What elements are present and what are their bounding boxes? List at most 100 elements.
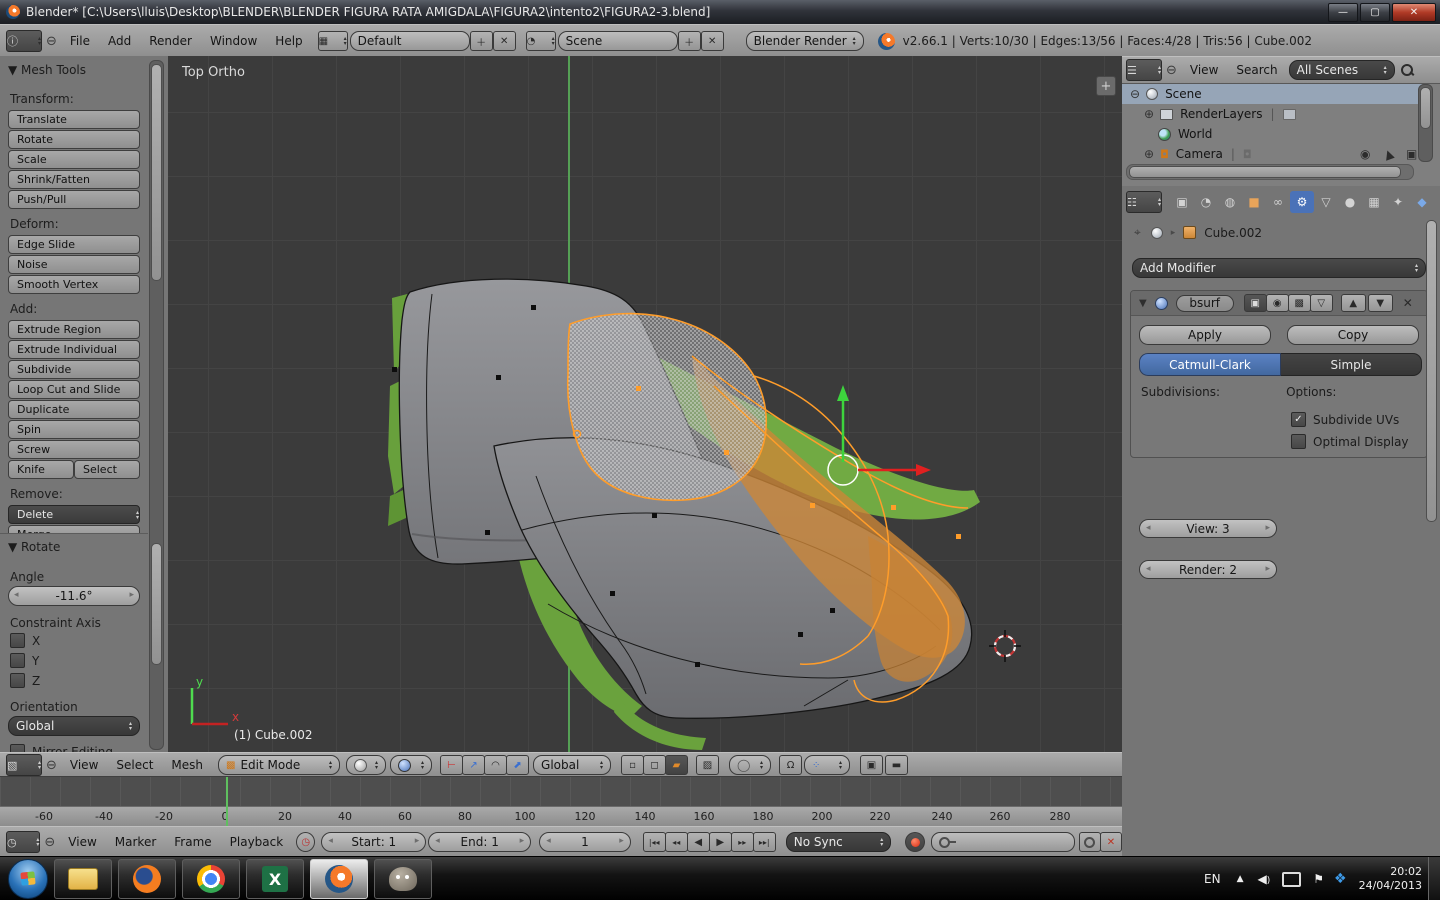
select-button[interactable]: Select [74,460,140,479]
modifier-cage-toggle[interactable]: ▽ [1310,294,1333,312]
pivot-point-select[interactable]: ▴▾ [390,755,432,775]
subdivide-uvs-checkbox[interactable]: ✓ Subdivide UVs [1291,412,1399,427]
properties-scrollbar[interactable] [1425,220,1437,820]
constraint-y-checkbox[interactable]: Y [10,653,39,668]
taskbar-chrome-button[interactable] [182,859,240,899]
taskbar-blender-button[interactable] [310,859,368,899]
tool-shelf-scrollbar[interactable] [149,60,164,750]
tab-physics[interactable]: ◆ [1410,191,1434,213]
search-icon[interactable] [1401,64,1413,76]
open-properties-region-button[interactable]: + [1096,76,1116,96]
renderability-camera-icon[interactable]: ▣ [1406,147,1417,161]
menu-render[interactable]: Render [140,29,201,53]
transform-orientation-select[interactable]: Global ▴▾ [533,755,611,775]
taskbar-explorer-button[interactable] [54,859,112,899]
frame-end-field[interactable]: ◂End: 1▸ [428,832,531,852]
next-keyframe-button[interactable]: ▸▸ [731,832,754,852]
scrollbar-thumb[interactable] [151,543,162,665]
move-modifier-up-button[interactable]: ▲ [1341,294,1366,312]
panel-expand-icon[interactable]: ▼ [1139,298,1147,309]
viewport-shading-select[interactable]: ▴▾ [346,755,386,775]
orientation-select[interactable]: Global ▴▾ [8,716,140,736]
clock[interactable]: 20:02 24/04/2013 [1359,865,1422,893]
limit-selection-visible-button[interactable]: ▨ [696,755,719,775]
snap-toggle-button[interactable]: Ω [779,755,802,775]
scrollbar-thumb[interactable] [1129,166,1401,178]
timeline-track[interactable] [0,776,1122,807]
opengl-render-anim-button[interactable]: ▬ [885,755,908,775]
scrollbar-thumb[interactable] [1426,220,1437,522]
collapse-menus-icon[interactable]: ⊖ [46,758,57,773]
move-modifier-down-button[interactable]: ▼ [1368,294,1393,312]
extrude-individual-button[interactable]: Extrude Individual [8,340,140,359]
dropbox-icon[interactable]: ❖ [1334,871,1347,887]
outliner-item-world[interactable]: World [1122,124,1422,144]
rotate-button[interactable]: Rotate [8,130,140,149]
vertex-select-mode-button[interactable]: ▫ [621,755,644,775]
collapse-menus-icon[interactable]: ⊖ [1166,63,1177,78]
frame-start-field[interactable]: ◂Start: 1▸ [321,832,426,852]
tab-constraints[interactable]: ∞ [1266,191,1290,213]
constraint-z-checkbox[interactable]: Z [10,673,40,688]
modifier-render-toggle[interactable]: ▣ [1244,294,1267,312]
subsurf-type-catmull-clark-button[interactable]: Catmull-Clark [1139,353,1281,376]
copy-button[interactable]: Copy [1287,325,1419,345]
taskbar-excel-button[interactable]: X [246,859,304,899]
proportional-edit-select[interactable]: ◯▴▾ [729,755,771,775]
modifier-view-toggle[interactable]: ◉ [1266,294,1289,312]
shrink-fatten-button[interactable]: Shrink/Fatten [8,170,140,189]
menu-tl-frame[interactable]: Frame [165,830,220,854]
delete-keyframe-button[interactable]: ✕ [1100,832,1122,852]
duplicate-button[interactable]: Duplicate [8,400,140,419]
outliner-item-scene[interactable]: ⊖ Scene [1122,84,1422,104]
3d-viewport[interactable]: y x Top Ortho (1) Cube.002 + [168,56,1122,752]
delete-modifier-icon[interactable]: ✕ [1403,296,1413,310]
screw-button[interactable]: Screw [8,440,140,459]
expand-icon[interactable]: ⊕ [1144,107,1154,121]
screen-layout-delete-button[interactable]: ✕ [493,31,516,51]
tab-material[interactable]: ● [1338,191,1362,213]
rotate-panel-header[interactable]: ▼ Rotate [8,540,60,554]
render-engine-select[interactable]: Blender Render ▴▾ [746,31,864,51]
tab-particles[interactable]: ✦ [1386,191,1410,213]
insert-keyframe-button[interactable] [1079,832,1101,852]
noise-button[interactable]: Noise [8,255,140,274]
outliner-item-renderlayers[interactable]: ⊕ RenderLayers | [1122,104,1422,124]
taskbar-firefox-button[interactable] [118,859,176,899]
menu-tl-playback[interactable]: Playback [221,830,293,854]
menu-file[interactable]: File [61,29,99,53]
screen-layout-icon-button[interactable]: ▦▴▾ [318,31,348,51]
menu-view[interactable]: View [61,753,107,777]
modifier-editmode-toggle[interactable]: ▩ [1288,294,1311,312]
collapse-menus-icon[interactable]: ⊖ [46,34,57,49]
outliner-hscrollbar[interactable] [1126,164,1414,180]
expand-icon[interactable]: ⊖ [1130,87,1140,101]
push-pull-button[interactable]: Push/Pull [8,190,140,209]
manipulator-translate-button[interactable]: ↗ [462,755,485,775]
outliner-item-camera[interactable]: ⊕ ◘ Camera | ◘ ◉ ▲ ▣ [1122,144,1422,164]
scrollbar-thumb[interactable] [1420,87,1431,129]
tray-expand-icon[interactable]: ▲ [1237,874,1244,884]
current-frame-indicator[interactable] [226,777,228,826]
menu-mesh[interactable]: Mesh [162,753,212,777]
scale-button[interactable]: Scale [8,150,140,169]
menu-outliner-view[interactable]: View [1181,58,1227,82]
start-button[interactable] [8,859,48,899]
current-frame-field[interactable]: ◂1▸ [539,832,631,852]
manipulator-axes-button[interactable]: ⊢ [440,755,463,775]
previous-keyframe-button[interactable]: ◂◂ [665,832,688,852]
mesh-tools-panel-header[interactable]: ▼ Mesh Tools [8,63,86,77]
scene-selector-icon-button[interactable]: ◔▴▾ [526,31,556,51]
selectability-cursor-icon[interactable]: ▲ [1382,146,1395,162]
snap-element-select[interactable]: ⁘▴▾ [804,755,850,775]
visibility-eye-icon[interactable]: ◉ [1360,147,1370,161]
menu-add[interactable]: Add [99,29,140,53]
collapse-menus-icon[interactable]: ⊖ [44,835,55,850]
maximize-button[interactable]: ▢ [1360,3,1390,22]
editor-type-info-button[interactable]: ⓘ ▴▾ [6,30,42,52]
keying-set-field[interactable] [931,832,1075,852]
constraint-x-checkbox[interactable]: X [10,633,40,648]
scrollbar-thumb[interactable] [151,64,162,281]
outliner-vscrollbar[interactable] [1418,84,1433,162]
tab-scene[interactable]: ◔ [1194,191,1218,213]
